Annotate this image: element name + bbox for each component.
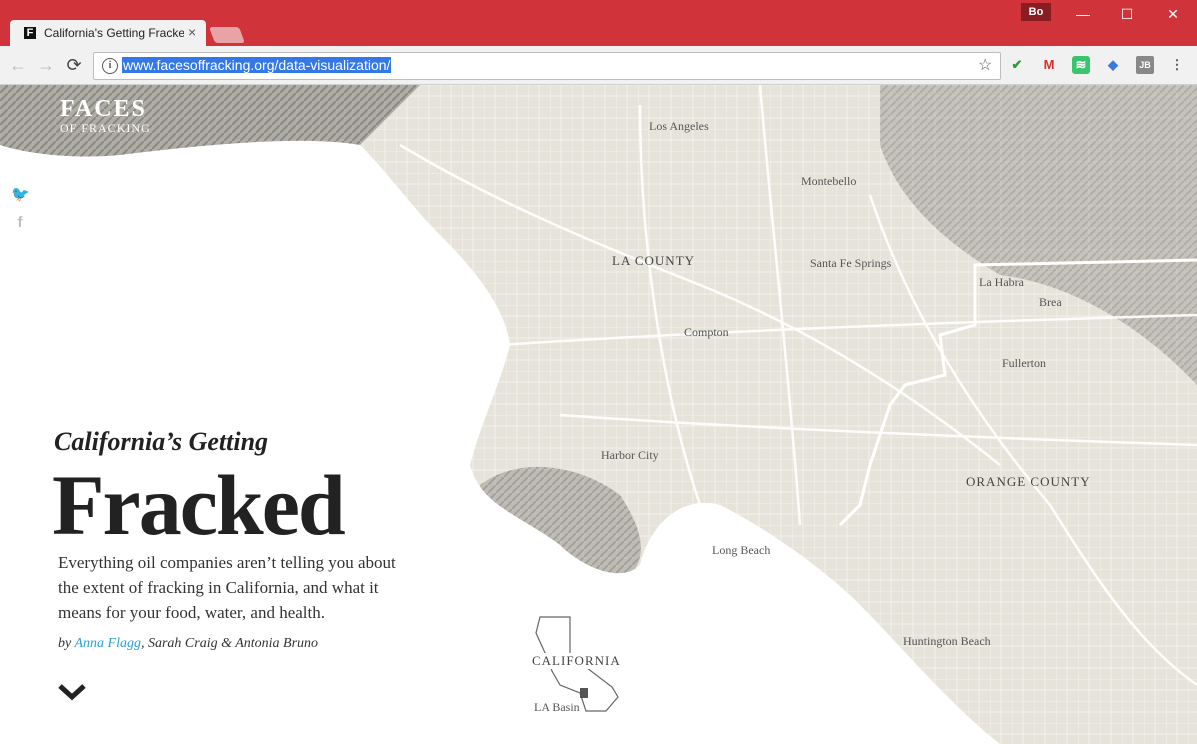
label-los-angeles: Los Angeles: [649, 119, 709, 133]
headline: Fracked: [52, 457, 346, 553]
forward-button[interactable]: →: [36, 55, 56, 75]
twitter-icon[interactable]: 🐦: [11, 186, 30, 204]
facebook-icon[interactable]: f: [11, 214, 29, 232]
author-link[interactable]: Anna Flagg: [74, 636, 141, 651]
grammar-extension-icon[interactable]: ≋: [1072, 56, 1090, 74]
label-la-basin: LA Basin: [534, 700, 580, 714]
profile-button[interactable]: Bo: [1021, 3, 1051, 21]
lede-paragraph: Everything oil companies aren’t telling …: [58, 553, 396, 622]
tab-title: California's Getting Fracked: [44, 26, 184, 40]
page-content: FACES OF FRACKING 🐦 f Los Angeles Monteb…: [0, 85, 1197, 744]
menu-icon[interactable]: ⋮: [1168, 56, 1186, 74]
label-huntington-beach: Huntington Beach: [903, 634, 991, 648]
label-la-habra: La Habra: [979, 275, 1024, 289]
logo-title: FACES: [60, 96, 147, 122]
checkmark-extension-icon[interactable]: ✔: [1008, 56, 1026, 74]
headline-kicker: California’s Getting: [54, 427, 269, 456]
info-icon[interactable]: i: [102, 58, 118, 74]
maximize-button[interactable]: ☐: [1112, 4, 1142, 24]
browser-tab[interactable]: F California's Getting Fracked ×: [10, 20, 206, 46]
logo-subtitle: OF FRACKING: [60, 121, 151, 135]
byline: by Anna Flagg, Sarah Craig & Antonia Bru…: [58, 636, 318, 652]
scroll-down-chevron-icon[interactable]: [57, 683, 87, 701]
browser-titlebar: F California's Getting Fracked × Bo — ☐ …: [0, 0, 1197, 46]
label-orange-county: ORANGE COUNTY: [966, 474, 1091, 489]
label-santa-fe-springs: Santa Fe Springs: [810, 256, 892, 270]
label-la-county: LA COUNTY: [612, 253, 696, 268]
jb-extension-icon[interactable]: JB: [1136, 56, 1154, 74]
label-fullerton: Fullerton: [1002, 356, 1046, 370]
close-window-button[interactable]: ✕: [1158, 4, 1188, 24]
url-text[interactable]: www.facesoffracking.org/data-visualizati…: [122, 57, 392, 73]
diamond-extension-icon[interactable]: ◆: [1104, 56, 1122, 74]
minimize-button[interactable]: —: [1068, 4, 1098, 24]
browser-toolbar: ← → ⟳ i www.facesoffracking.org/data-vis…: [0, 46, 1197, 85]
address-bar[interactable]: i www.facesoffracking.org/data-visualiza…: [93, 52, 1001, 80]
label-brea: Brea: [1039, 295, 1062, 309]
label-california: CALIFORNIA: [532, 653, 621, 669]
close-tab-icon[interactable]: ×: [188, 24, 196, 40]
gmail-extension-icon[interactable]: M: [1040, 56, 1058, 74]
label-montebello: Montebello: [801, 174, 857, 188]
new-tab-button[interactable]: [209, 27, 245, 43]
favicon-icon: F: [24, 27, 36, 39]
bookmark-star-icon[interactable]: ☆: [978, 55, 992, 75]
label-harbor-city: Harbor City: [601, 448, 659, 462]
la-basin-marker: [580, 688, 588, 698]
byline-authors: , Sarah Craig & Antonia Bruno: [140, 636, 319, 651]
label-compton: Compton: [684, 325, 729, 339]
reload-button[interactable]: ⟳: [64, 55, 84, 75]
byline-prefix: by: [58, 636, 75, 651]
back-button[interactable]: ←: [8, 55, 28, 75]
label-long-beach: Long Beach: [712, 543, 771, 557]
faces-of-fracking-logo[interactable]: FACES OF FRACKING: [60, 97, 151, 136]
